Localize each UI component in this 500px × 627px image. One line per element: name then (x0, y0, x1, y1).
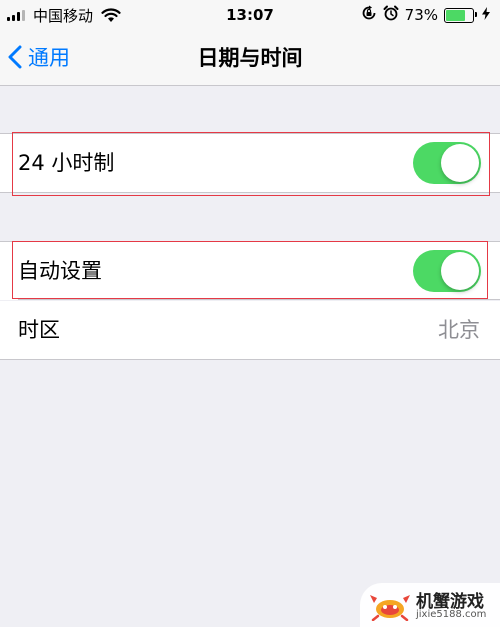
battery-icon (444, 7, 477, 23)
charging-icon (482, 6, 490, 24)
watermark: 机蟹游戏 jixie5188.com (360, 583, 500, 627)
auto-set-toggle[interactable] (413, 250, 481, 292)
battery-percent: 73% (404, 6, 438, 24)
watermark-url: jixie5188.com (416, 609, 487, 620)
auto-set-cell: 自动设置 (0, 241, 500, 300)
timezone-cell[interactable]: 时区 北京 (0, 301, 500, 360)
timezone-value: 北京 (438, 318, 480, 342)
auto-set-label: 自动设置 (18, 259, 102, 283)
hour24-label: 24 小时制 (18, 151, 115, 175)
cell-separator (18, 299, 500, 300)
crab-logo-icon (370, 595, 410, 621)
navigation-bar: 通用 日期与时间 (0, 30, 500, 86)
battery-level-fill (446, 9, 465, 21)
alarm-icon (383, 5, 399, 25)
toggle-knob (441, 144, 479, 182)
status-right: 73% (355, 4, 490, 26)
hour24-cell: 24 小时制 (0, 133, 500, 193)
page-title: 日期与时间 (197, 46, 303, 70)
toggle-knob (441, 252, 479, 290)
orientation-lock-icon (361, 5, 377, 25)
timezone-label: 时区 (18, 318, 60, 342)
hour24-toggle[interactable] (413, 142, 481, 184)
status-bar: 中国移动 13:07 73% (0, 0, 500, 30)
